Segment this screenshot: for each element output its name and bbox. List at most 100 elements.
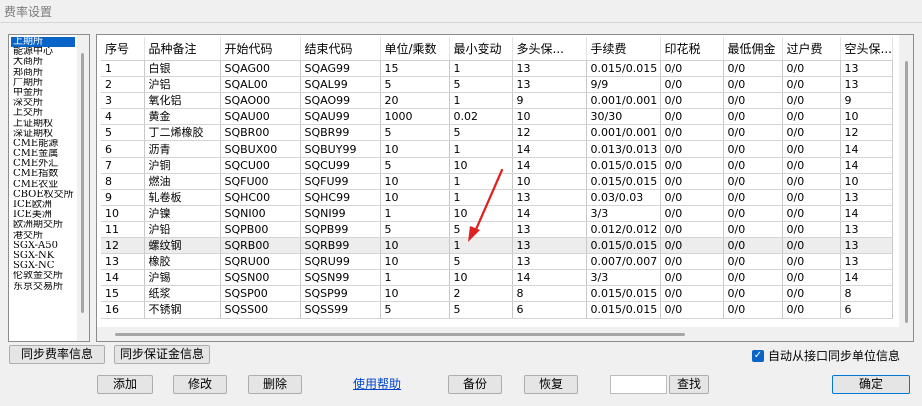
exchange-item[interactable]: CME能源 <box>11 139 75 149</box>
table-horizontal-scrollbar[interactable] <box>97 327 899 341</box>
table-row[interactable]: 16 不锈钢 SQSS00 SQSS99 5 5 6 0.015/0.015 0/0 0/0 0/0… <box>101 301 893 319</box>
table-cell: SQAL99 <box>300 76 381 94</box>
exchange-item[interactable]: 欧洲期交所 <box>11 220 75 230</box>
table-row[interactable]: 14 沪锡 SQSN00 SQSN99 1 10 14 3/3 0/0 0/0 0/0 14 <box>101 269 893 287</box>
auto-sync-label: 自动从接口同步单位信息 <box>768 349 901 363</box>
exchange-item[interactable]: CME金属 <box>11 149 75 159</box>
exchange-item[interactable]: CBOE权交所 <box>11 190 75 200</box>
table-cell: 9/9 <box>586 76 661 94</box>
table-cell: 13 <box>840 253 893 271</box>
modify-button[interactable]: 修改 <box>173 375 227 394</box>
table-cell: 20 <box>380 92 450 110</box>
exchange-item[interactable]: CME外汇 <box>11 159 75 169</box>
table-cell: 0.03/0.03 <box>586 189 661 206</box>
table-cell: 5 <box>380 76 450 94</box>
restore-button[interactable]: 恢复 <box>524 375 578 394</box>
exchange-item[interactable]: 广期所 <box>11 78 75 88</box>
table-cell: 13 <box>840 189 893 206</box>
table-row[interactable]: 1 白银 SQAG00 SQAG99 15 1 13 0.015/0.015 0/0 0/0 0/0… <box>101 60 893 78</box>
table-vertical-scrollbar[interactable] <box>899 35 913 341</box>
column-header[interactable]: 手续费 <box>586 37 661 61</box>
column-header[interactable]: 过户费 <box>782 37 841 61</box>
ok-button[interactable]: 确定 <box>832 375 910 394</box>
exchange-item[interactable]: CME农业 <box>11 180 75 190</box>
exchange-item[interactable]: 郑商所 <box>11 68 75 78</box>
exchange-item[interactable]: CME指数 <box>11 169 75 179</box>
exchange-list[interactable]: 上期所 能源中心 大商所 郑商所 广期所 中金所 深交所 上交所 上证期权 深证期权 CME能源 CM… <box>8 34 90 342</box>
exchange-item[interactable]: 大商所 <box>11 57 75 67</box>
exchange-item[interactable]: 深证期权 <box>11 129 75 139</box>
table-cell: 14 <box>512 140 587 158</box>
auto-sync-option[interactable]: ✓ 自动从接口同步单位信息 <box>752 347 900 364</box>
exchange-item[interactable]: 伦敦金交所 <box>11 271 75 281</box>
table-cell: 14 <box>512 205 587 222</box>
backup-button[interactable]: 备份 <box>448 375 502 394</box>
delete-button[interactable]: 删除 <box>248 375 302 394</box>
fee-table-container: 序号 品种备注 开始代码 结束代码 单位/乘数 最小变动 多头保... 手续费 印花税 最低佣金过… <box>96 34 914 342</box>
table-row[interactable]: 2 沪铝 SQAL00 SQAL99 5 5 13 9/9 0/0 0/0 0/0 13 <box>101 76 893 94</box>
column-header[interactable]: 印花税 <box>660 37 724 61</box>
table-row[interactable]: 4 黄金 SQAU00 SQAU99 1000 0.02 10 30/30 0/0 0/0 0/0 1… <box>101 108 893 126</box>
search-button[interactable]: 查找 <box>669 375 709 394</box>
column-header[interactable]: 最低佣金 <box>723 37 783 61</box>
table-cell: SQAL00 <box>220 76 301 94</box>
table-cell: 0.007/0.007 <box>586 253 661 271</box>
exchange-item[interactable]: ICE美洲 <box>11 210 75 220</box>
exchange-item[interactable]: 上期所 <box>11 37 75 48</box>
exchange-item[interactable]: 上证期权 <box>11 119 75 129</box>
table-cell: 0/0 <box>723 253 783 271</box>
table-vertical-scroll-thumb[interactable] <box>905 61 908 323</box>
exchange-item[interactable]: 能源中心 <box>11 47 75 57</box>
exchange-list-scrollbar[interactable] <box>77 35 89 341</box>
table-row[interactable]: 12 螺纹钢 SQRB00 SQRB99 10 1 13 0.015/0.015 0/0 0/0 0… <box>101 237 893 255</box>
auto-sync-checkbox[interactable]: ✓ <box>752 349 764 362</box>
exchange-list-scroll-thumb[interactable] <box>81 53 84 313</box>
table-cell: 30/30 <box>586 108 661 126</box>
table-cell: 14 <box>840 157 893 174</box>
table-row[interactable]: 9 轧卷板 SQHC00 SQHC99 10 1 13 0.03/0.03 0/0 0/0 0/0 1… <box>101 189 893 206</box>
table-cell: 0/0 <box>660 237 724 255</box>
column-header[interactable]: 序号 <box>101 37 145 61</box>
sync-margin-button[interactable]: 同步保证金信息 <box>114 345 210 364</box>
table-cell: 0.001/0.001 <box>586 124 661 142</box>
table-cell: 0/0 <box>660 285 724 303</box>
table-cell: 10 <box>380 140 450 158</box>
table-row[interactable]: 11 沪铅 SQPB00 SQPB99 5 5 13 0.012/0.012 0/0 0/0 0/0… <box>101 221 893 239</box>
sync-fee-button[interactable]: 同步费率信息 <box>9 345 105 364</box>
table-cell: 0/0 <box>723 76 783 94</box>
exchange-item[interactable]: SGX-A50 <box>11 241 75 251</box>
table-cell: 0/0 <box>660 269 724 287</box>
search-input[interactable] <box>610 375 667 394</box>
add-button[interactable]: 添加 <box>97 375 153 394</box>
column-header[interactable]: 结束代码 <box>300 37 381 61</box>
table-cell: 白银 <box>144 60 221 78</box>
exchange-item[interactable]: 中金所 <box>11 88 75 98</box>
exchange-item[interactable]: 港交所 <box>11 231 75 241</box>
table-horizontal-scroll-thumb[interactable] <box>115 333 685 336</box>
table-row[interactable]: 5 丁二烯橡胶 SQBR00 SQBR99 5 5 12 0.001/0.001 0/0 0/0 0… <box>101 124 893 142</box>
exchange-item[interactable]: 上交所 <box>11 108 75 118</box>
exchange-item[interactable]: SGX-NK <box>11 251 75 261</box>
column-header[interactable]: 最小变动 <box>449 37 513 61</box>
table-row[interactable]: 13 橡胶 SQRU00 SQRU99 10 5 13 0.007/0.007 0/0 0/0 0/… <box>101 253 893 271</box>
help-link[interactable]: 使用帮助 <box>353 375 401 392</box>
exchange-item[interactable]: 深交所 <box>11 98 75 108</box>
column-header[interactable]: 单位/乘数 <box>380 37 450 61</box>
table-row[interactable]: 15 纸浆 SQSP00 SQSP99 10 2 8 0.015/0.015 0/0 0/0 0/0… <box>101 285 893 303</box>
exchange-item[interactable]: SGX-NC <box>11 261 75 271</box>
table-row[interactable]: 3 氧化铝 SQAO00 SQAO99 20 1 9 0.001/0.001 0/0 0/0 0/0… <box>101 92 893 110</box>
table-cell: 10 <box>840 173 893 190</box>
table-cell: 3 <box>101 92 145 110</box>
table-cell: 14 <box>840 269 893 287</box>
column-header[interactable]: 空头保... <box>840 37 893 61</box>
table-cell: 12 <box>840 124 893 142</box>
table-row[interactable]: 8 燃油 SQFU00 SQFU99 10 1 10 0.015/0.015 0/0 0/0 0/0… <box>101 173 893 190</box>
column-header[interactable]: 开始代码 <box>220 37 301 61</box>
exchange-item[interactable]: ICE欧洲 <box>11 200 75 210</box>
table-row[interactable]: 7 沪铜 SQCU00 SQCU99 5 10 14 0.015/0.015 0/0 0/0 0/0… <box>101 157 893 174</box>
column-header[interactable]: 多头保... <box>512 37 587 61</box>
table-row[interactable]: 10 沪镍 SQNI00 SQNI99 1 10 14 3/3 0/0 0/0 0/0 14 <box>101 205 893 222</box>
column-header[interactable]: 品种备注 <box>144 37 221 61</box>
table-row[interactable]: 6 沥青 SQBUX00 SQBUY99 10 1 14 0.013/0.013 0/0 0/0 0… <box>101 140 893 158</box>
exchange-item[interactable]: 东京交易所 <box>11 282 75 292</box>
